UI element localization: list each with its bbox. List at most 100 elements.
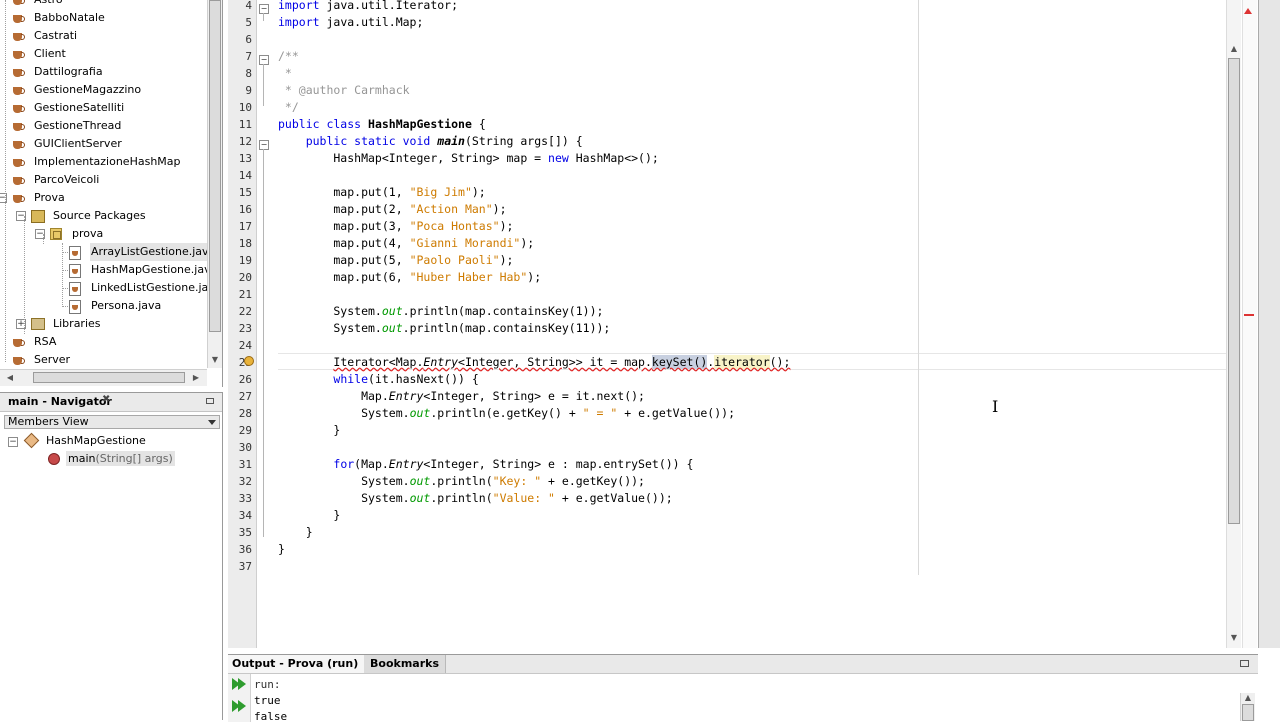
hint-bulb-icon[interactable] <box>244 356 254 366</box>
tree-item[interactable]: Client <box>33 45 67 63</box>
text-cursor-icon: I <box>992 397 999 416</box>
output-line: true <box>254 694 281 707</box>
scroll-down-icon[interactable]: ▼ <box>1228 633 1240 643</box>
code-line[interactable]: map.put(1, "Big Jim"); <box>278 184 485 201</box>
fold-icon[interactable]: − <box>259 140 269 150</box>
output-tabs: Output - Prova (run)✖ Bookmarks <box>228 655 1258 674</box>
output-vscroll-thumb[interactable] <box>1242 704 1254 721</box>
code-line[interactable]: System.out.println(map.containsKey(1)); <box>278 303 603 320</box>
fold-icon[interactable]: − <box>259 55 269 65</box>
navigator-class[interactable]: HashMapGestione <box>46 433 146 448</box>
scroll-down-icon[interactable]: ▼ <box>209 355 221 365</box>
tree-item[interactable]: GestioneMagazzino <box>33 81 142 99</box>
editor-vscroll-thumb[interactable] <box>1228 58 1240 524</box>
code-line[interactable]: for(Map.Entry<Integer, String> e : map.e… <box>278 456 693 473</box>
line-number: 7 <box>245 50 252 63</box>
code-line[interactable]: /** <box>278 48 299 65</box>
properties-tab[interactable]: operties <box>1258 0 1280 648</box>
tree-item[interactable]: LinkedListGestione.java <box>90 279 222 297</box>
code-line[interactable]: } <box>278 524 313 541</box>
code-line[interactable]: } <box>278 507 340 524</box>
tree-item[interactable]: ArrayListGestione.java <box>90 243 217 261</box>
code-line[interactable]: import java.util.Iterator; <box>278 0 458 14</box>
tree-item[interactable]: Persona.java <box>90 297 162 315</box>
code-line[interactable]: map.put(5, "Paolo Paoli"); <box>278 252 513 269</box>
tree-item[interactable]: Prova <box>33 189 66 207</box>
project-tree-vscroll-thumb[interactable] <box>209 0 221 332</box>
line-number: 5 <box>245 16 252 29</box>
line-number: 24 <box>238 339 252 352</box>
line-number: 34 <box>238 509 252 522</box>
output-line: false <box>254 710 288 723</box>
code-line[interactable]: map.put(2, "Action Man"); <box>278 201 506 218</box>
class-icon <box>24 434 38 446</box>
tree-item[interactable]: prova <box>71 225 104 243</box>
code-line[interactable]: System.out.println(map.containsKey(11)); <box>278 320 610 337</box>
code-line[interactable]: Iterator<Map.Entry<Integer, String>> it … <box>278 354 790 371</box>
output-panel: Output - Prova (run)✖ Bookmarks run: tru… <box>228 654 1258 723</box>
code-line[interactable]: HashMap<Integer, String> map = new HashM… <box>278 150 658 167</box>
output-vscroll[interactable]: ▲ <box>1240 693 1255 721</box>
code-line[interactable]: public static void main(String args[]) { <box>278 133 583 150</box>
code-line[interactable]: System.out.println("Key: " + e.getKey())… <box>278 473 645 490</box>
scroll-left-icon[interactable]: ◀ <box>4 373 16 383</box>
error-mark[interactable] <box>1244 314 1254 316</box>
tree-item[interactable]: Source Packages <box>52 207 147 225</box>
code-line[interactable]: System.out.println(e.getKey() + " = " + … <box>278 405 735 422</box>
tree-item[interactable]: RSA <box>33 333 57 351</box>
code-line[interactable]: Map.Entry<Integer, String> e = it.next()… <box>278 388 645 405</box>
code-line[interactable]: */ <box>278 99 299 116</box>
code-line[interactable]: while(it.hasNext()) { <box>278 371 478 388</box>
tree-item[interactable]: BabboNatale <box>33 9 106 27</box>
tree-item[interactable]: GestioneSatelliti <box>33 99 125 117</box>
code-line[interactable]: map.put(3, "Poca Hontas"); <box>278 218 513 235</box>
scroll-up-icon[interactable]: ▲ <box>1228 44 1240 54</box>
code-editor[interactable]: 4567891011121314151617181920212223242526… <box>228 0 1240 648</box>
tree-item[interactable]: GUIClientServer <box>33 135 123 153</box>
tree-item[interactable]: ParcoVeicoli <box>33 171 100 189</box>
tree-item[interactable]: Libraries <box>52 315 102 333</box>
tree-item[interactable]: Castrati <box>33 27 78 45</box>
line-number: 29 <box>238 424 252 437</box>
minimize-icon[interactable] <box>206 398 214 404</box>
collapse-icon[interactable]: − <box>8 437 18 447</box>
project-tree-hscroll[interactable]: ◀ ▶ <box>0 369 207 386</box>
error-stripe[interactable] <box>1242 0 1257 648</box>
line-number: 32 <box>238 475 252 488</box>
code-line[interactable]: * <box>278 65 292 82</box>
warning-icon[interactable] <box>1244 8 1252 14</box>
navigator-method-name: main <box>68 452 96 465</box>
code-line[interactable]: map.put(6, "Huber Haber Hab"); <box>278 269 541 286</box>
code-line[interactable]: import java.util.Map; <box>278 14 423 31</box>
code-line[interactable]: map.put(4, "Gianni Morandi"); <box>278 235 534 252</box>
navigator-method[interactable]: main(String[] args) <box>66 451 175 466</box>
code-line[interactable]: System.out.println("Value: " + e.getValu… <box>278 490 673 507</box>
tab-output[interactable]: Output - Prova (run)✖ <box>228 655 380 673</box>
line-number: 35 <box>238 526 252 539</box>
line-number: 20 <box>238 271 252 284</box>
members-view-select[interactable]: Members View <box>4 415 220 429</box>
fold-icon[interactable]: − <box>259 4 269 14</box>
editor-vscroll[interactable]: ▲ ▼ <box>1226 0 1241 648</box>
projects-panel: AstroBabboNataleCastratiClientDattilogra… <box>0 0 223 387</box>
maximize-icon[interactable] <box>1240 660 1249 667</box>
scroll-right-icon[interactable]: ▶ <box>190 373 202 383</box>
tree-item[interactable]: Astro <box>33 0 64 9</box>
tree-item[interactable]: ImplementazioneHashMap <box>33 153 182 171</box>
tree-item[interactable]: Dattilografia <box>33 63 104 81</box>
rerun-icon-overlay <box>238 678 246 690</box>
project-tree-vscroll[interactable]: ▼ <box>207 0 222 368</box>
line-number: 21 <box>238 288 252 301</box>
tab-bookmarks[interactable]: Bookmarks <box>364 655 446 673</box>
right-margin-guide <box>918 0 919 575</box>
tree-item[interactable]: GestioneThread <box>33 117 122 135</box>
code-line[interactable]: public class HashMapGestione { <box>278 116 486 133</box>
code-line[interactable]: } <box>278 541 285 558</box>
tree-item[interactable]: Server <box>33 351 71 369</box>
tree-item[interactable]: HashMapGestione.java <box>90 261 218 279</box>
close-icon[interactable]: ✖ <box>102 394 110 405</box>
code-line[interactable]: } <box>278 422 340 439</box>
scroll-up-icon[interactable]: ▲ <box>1242 693 1254 703</box>
code-line[interactable]: * @author Carmhack <box>278 82 410 99</box>
project-tree-hscroll-thumb[interactable] <box>33 372 185 383</box>
